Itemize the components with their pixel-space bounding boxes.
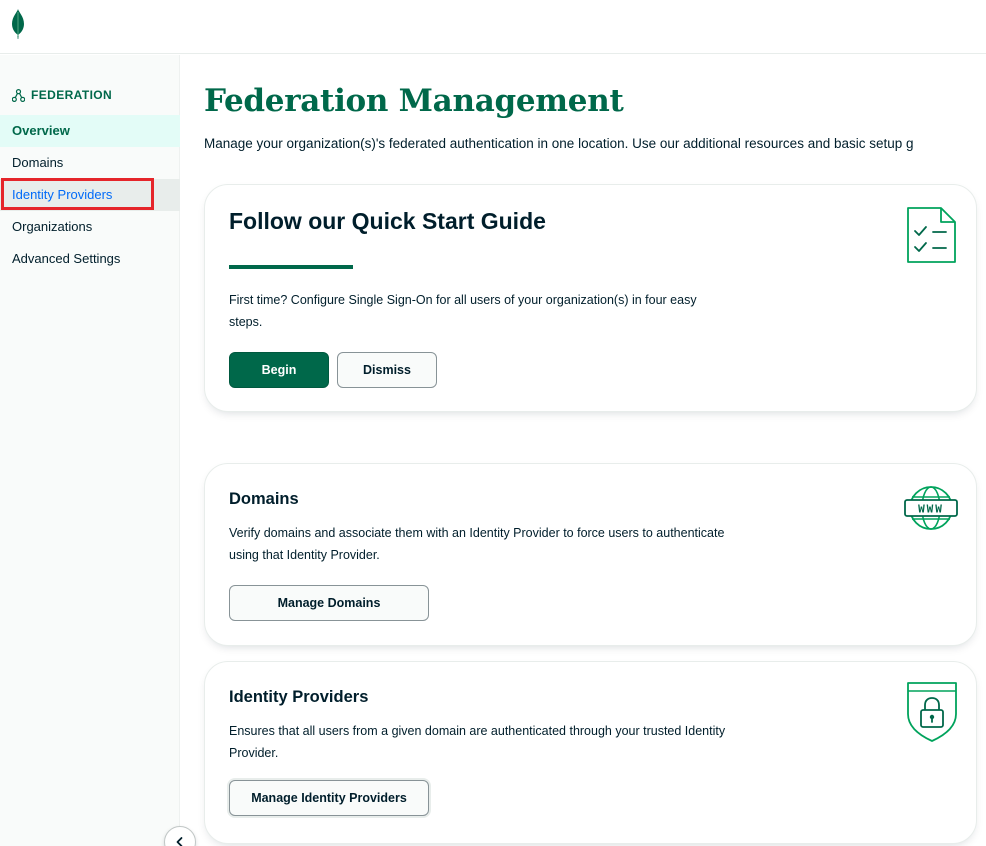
checklist-document-icon [907, 207, 956, 263]
quick-start-card: Follow our Quick Start Guide First time?… [204, 184, 977, 412]
sidebar-item-overview[interactable]: Overview [0, 115, 180, 147]
www-globe-icon: WWW [904, 486, 958, 530]
quick-start-title: Follow our Quick Start Guide [229, 208, 546, 234]
domains-text: Verify domains and associate them with a… [229, 526, 725, 562]
manage-domains-button[interactable]: Manage Domains [229, 585, 429, 621]
sidebar: FEDERATION Overview Domains Identity Pro… [0, 55, 180, 846]
sidebar-item-domains[interactable]: Domains [0, 147, 180, 179]
title-underline [229, 265, 353, 269]
www-icon-text: WWW [918, 503, 944, 516]
domains-title: Domains [229, 490, 299, 508]
mongodb-leaf-icon[interactable] [10, 9, 26, 39]
identity-providers-title: Identity Providers [229, 688, 369, 706]
domains-card: Domains Verify domains and associate the… [204, 463, 977, 646]
sidebar-item-advanced-settings[interactable]: Advanced Settings [0, 243, 180, 275]
begin-button[interactable]: Begin [229, 352, 329, 388]
sidebar-item-organizations[interactable]: Organizations [0, 211, 180, 243]
main-content: Federation Management Manage your organi… [181, 55, 986, 846]
identity-providers-text: Ensures that all users from a given doma… [229, 724, 726, 760]
sidebar-item-identity-providers[interactable]: Identity Providers [0, 179, 180, 211]
federation-icon [12, 88, 25, 102]
sidebar-header: FEDERATION [12, 88, 112, 102]
page-description: Manage your organization(s)'s federated … [204, 136, 914, 151]
page-title: Federation Management [204, 83, 624, 119]
dismiss-button[interactable]: Dismiss [337, 352, 437, 388]
identity-providers-card: Identity Providers Ensures that all user… [204, 661, 977, 844]
quick-start-text: First time? Configure Single Sign-On for… [229, 293, 697, 329]
shield-lock-icon [907, 682, 957, 742]
sidebar-section-title: FEDERATION [31, 88, 113, 102]
manage-identity-providers-button[interactable]: Manage Identity Providers [229, 780, 429, 816]
top-bar [0, 0, 986, 54]
